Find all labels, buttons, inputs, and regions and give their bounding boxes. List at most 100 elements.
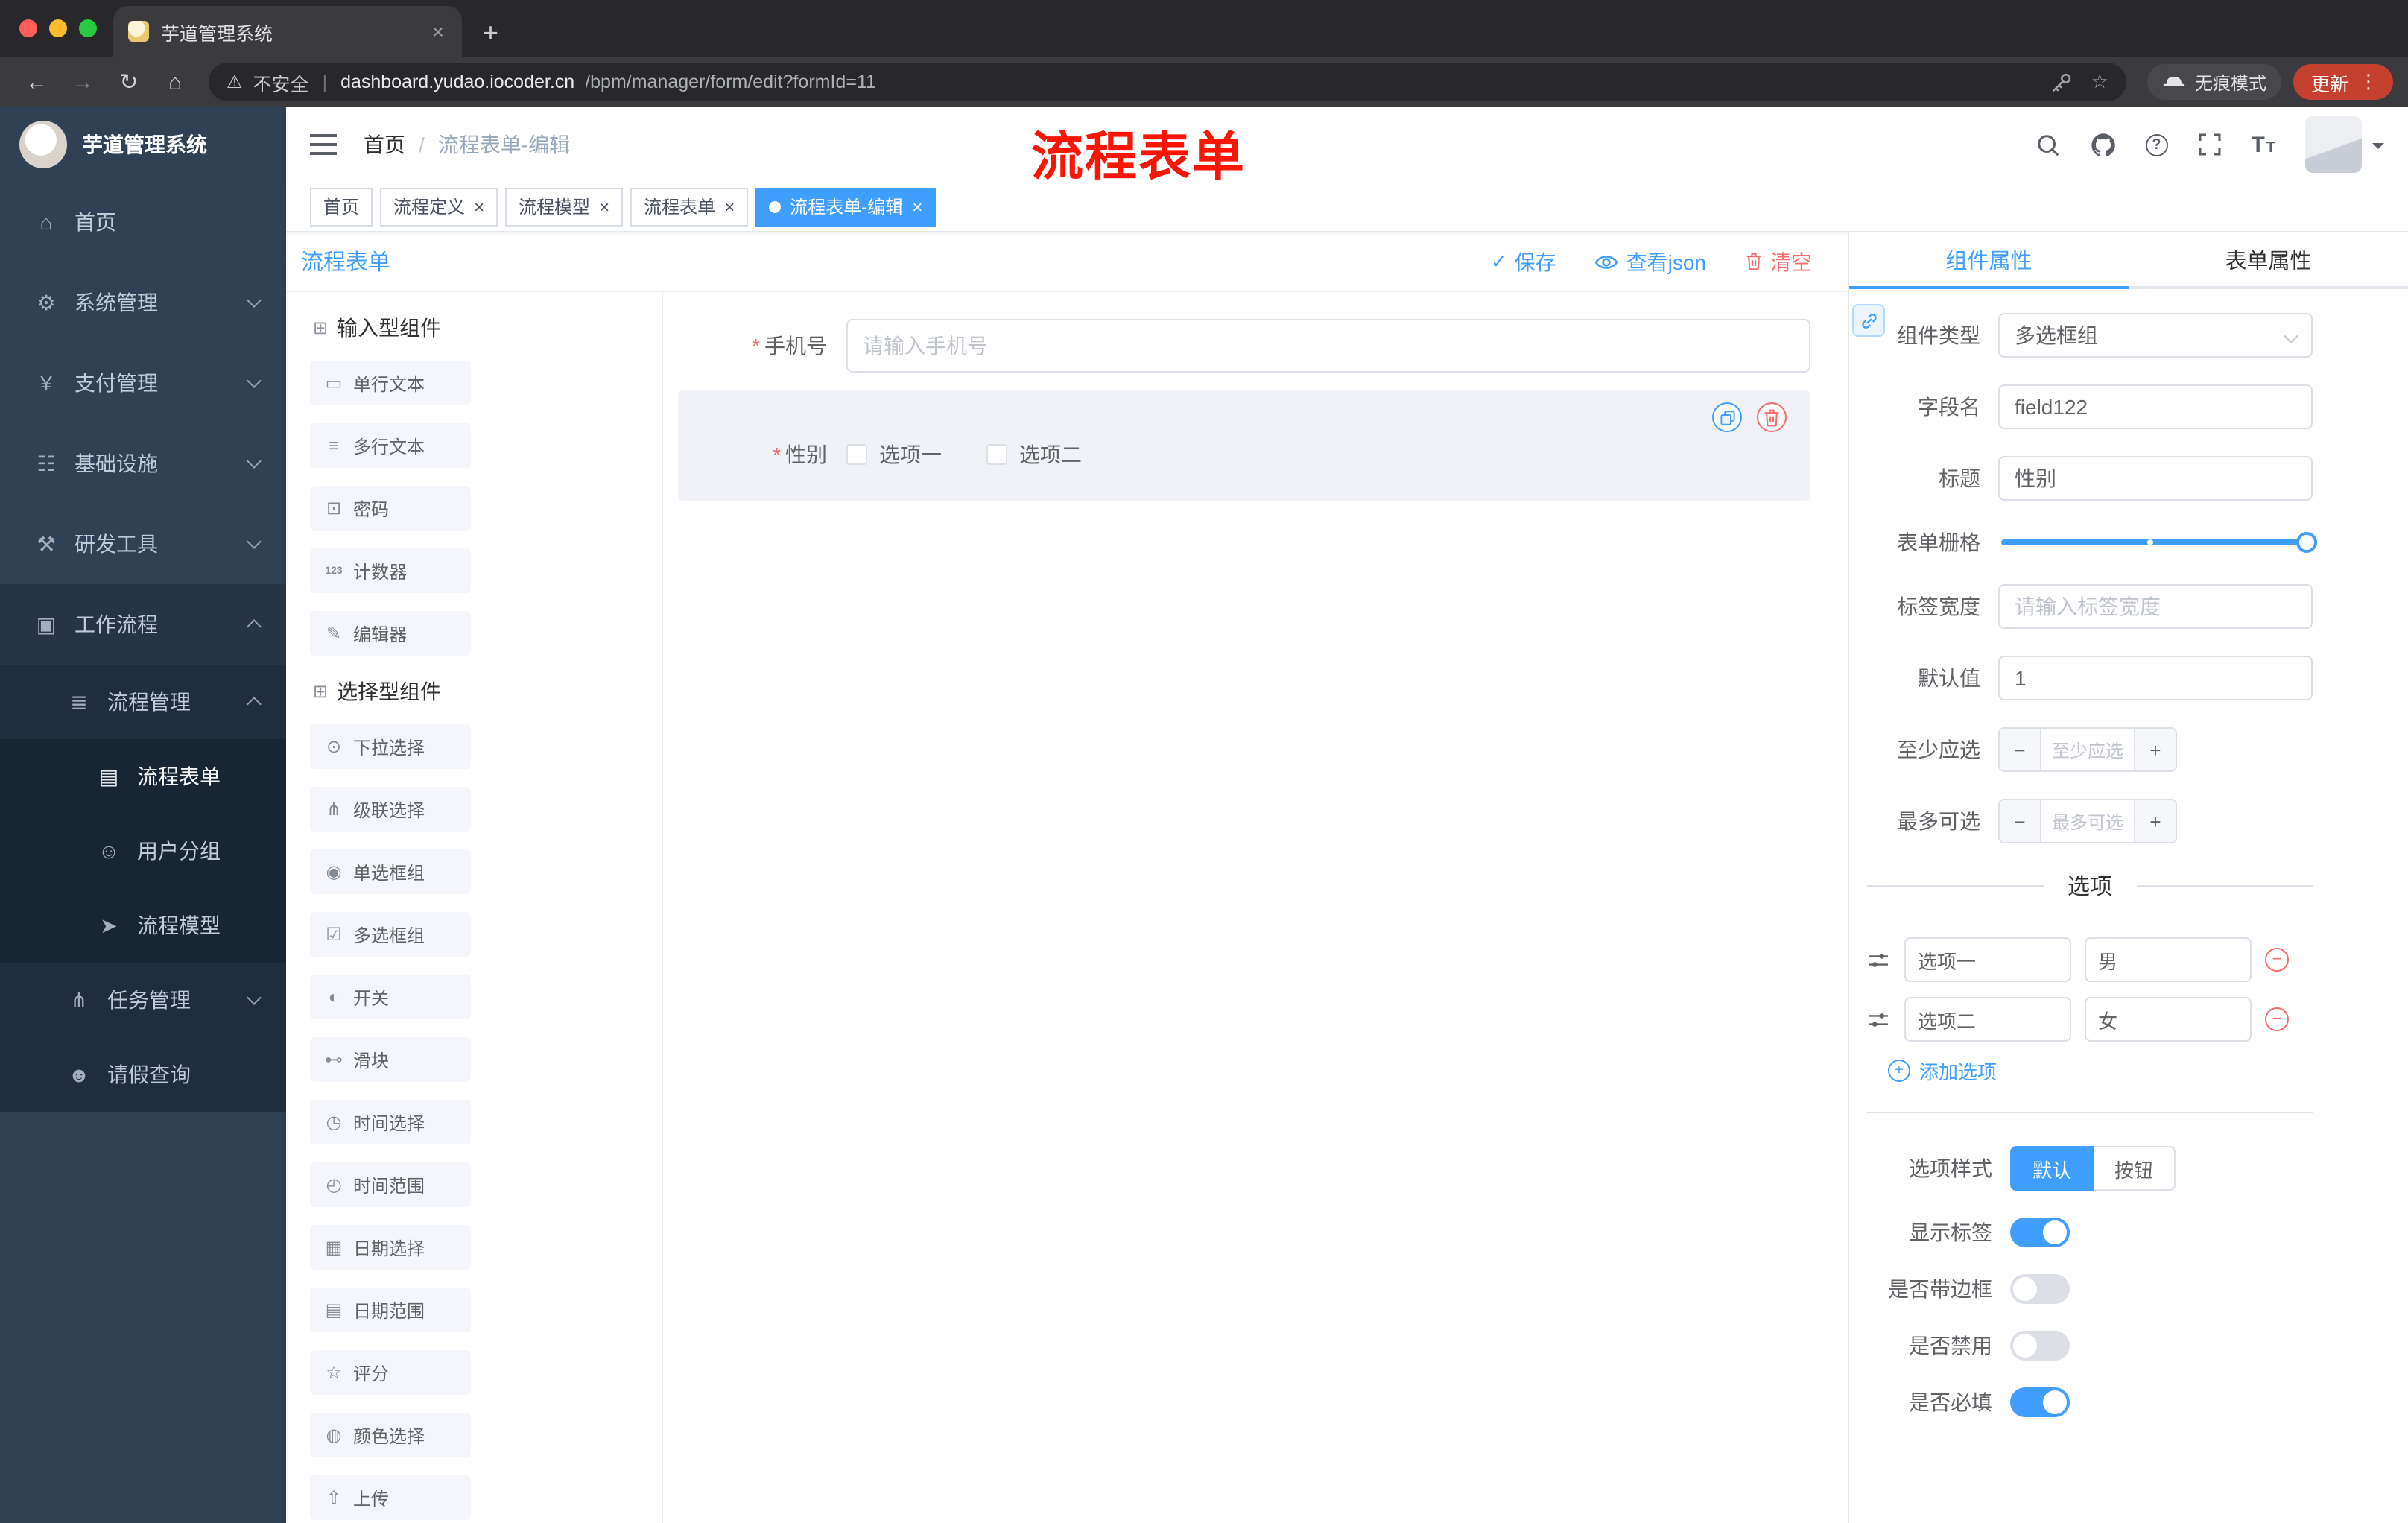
gender-option-2[interactable]: 选项二 [986, 440, 1082, 469]
home-button[interactable]: ⌂ [153, 69, 197, 95]
doc-link-button[interactable] [1852, 304, 1885, 337]
tab-close-icon[interactable]: × [429, 19, 447, 43]
sidebar-item-dev-tools[interactable]: ⚒ 研发工具 [0, 504, 286, 584]
palette-item-checkbox-group[interactable]: ☑ 多选框组 [310, 912, 471, 957]
sidebar-item-workflow[interactable]: ▣ 工作流程 [0, 584, 286, 665]
palette-item-radio-group[interactable]: ◉ 单选框组 [310, 849, 471, 894]
sidebar-item-process-model[interactable]: ➤ 流程模型 [0, 888, 286, 963]
remove-option-icon[interactable]: − [2265, 1007, 2289, 1031]
close-icon[interactable]: × [474, 196, 484, 217]
palette-item-counter[interactable]: 123 计数器 [310, 548, 471, 593]
sidebar-item-system-management[interactable]: ⚙ 系统管理 [0, 262, 286, 343]
option-label-input[interactable] [1904, 937, 2071, 982]
sidebar-item-home[interactable]: ⌂ 首页 [0, 182, 286, 262]
drag-handle-icon[interactable] [1867, 1010, 1891, 1029]
form-canvas[interactable]: *手机号 *性别 选项一选项二 [663, 292, 1848, 1523]
palette-item-password[interactable]: ⊡ 密码 [310, 486, 471, 531]
sidebar-item-leave-query[interactable]: ☻ 请假查询 [0, 1037, 286, 1112]
fullscreen-icon[interactable] [2197, 133, 2221, 156]
copy-component-button[interactable] [1712, 402, 1742, 432]
menu-dots-icon[interactable]: ⋮ [2359, 70, 2378, 94]
canvas-field-phone[interactable]: * 手机号 [678, 319, 1810, 373]
field-name-input[interactable] [1998, 384, 2313, 429]
palette-item-cascader[interactable]: ⋔ 级联选择 [310, 787, 471, 832]
sidebar-item-payment-management[interactable]: ¥ 支付管理 [0, 343, 286, 423]
tag-process-form[interactable]: 流程表单 × [630, 187, 749, 226]
sidebar-item-task-management[interactable]: ⋔ 任务管理 [0, 963, 286, 1037]
sidebar-item-process-form[interactable]: ▤ 流程表单 [0, 739, 286, 814]
new-tab-button[interactable]: + [483, 19, 498, 46]
close-icon[interactable]: × [599, 196, 609, 217]
increase-button[interactable]: + [2134, 800, 2176, 842]
show-label-switch[interactable] [2010, 1218, 2070, 1247]
option-label-input[interactable] [1904, 997, 2071, 1042]
zoom-window-button[interactable] [79, 19, 97, 37]
sidebar-toggle-icon[interactable] [310, 134, 337, 155]
palette-item-color-picker[interactable]: ◍ 颜色选择 [310, 1413, 471, 1457]
close-icon[interactable]: × [724, 196, 735, 217]
increase-button[interactable]: + [2134, 729, 2176, 770]
font-size-button[interactable]: TT [2251, 132, 2275, 157]
reload-button[interactable]: ↻ [107, 69, 150, 95]
user-avatar[interactable] [2305, 116, 2384, 173]
canvas-field-gender-selected[interactable]: * 性别 选项一 选项二 [678, 390, 1810, 501]
palette-item-date-picker[interactable]: ▦ 日期选择 [310, 1225, 471, 1270]
default-value-input[interactable] [1998, 656, 2313, 700]
form-grid-slider[interactable] [2001, 532, 2317, 553]
tag-home[interactable]: 首页 [310, 187, 373, 226]
decrease-button[interactable]: − [2000, 800, 2041, 842]
add-option-button[interactable]: + 添加选项 [1888, 1057, 2313, 1085]
close-icon[interactable]: × [912, 196, 922, 217]
max-select-stepper[interactable]: − 最多可选 + [1998, 799, 2177, 843]
component-type-select[interactable]: 多选框组 [1998, 313, 2313, 358]
breadcrumb-home[interactable]: 首页 [364, 130, 405, 159]
palette-item-date-range[interactable]: ▤ 日期范围 [310, 1288, 471, 1332]
minimize-window-button[interactable] [49, 19, 67, 37]
remove-option-icon[interactable]: − [2265, 948, 2289, 972]
browser-update-button[interactable]: 更新 ⋮ [2293, 64, 2393, 100]
gender-option-1[interactable]: 选项一 [846, 440, 942, 469]
key-icon[interactable] [2051, 71, 2073, 93]
sidebar-item-user-group[interactable]: ☺ 用户分组 [0, 814, 286, 888]
option-value-input[interactable] [2085, 937, 2252, 982]
required-switch[interactable] [2010, 1387, 2070, 1417]
palette-item-editor[interactable]: ✎ 编辑器 [310, 611, 471, 656]
clear-button[interactable]: 清空 [1745, 247, 1812, 276]
palette-item-single-line-text[interactable]: ▭ 单行文本 [310, 361, 471, 405]
option-style-option-2[interactable]: 按钮 [2094, 1146, 2176, 1191]
address-bar[interactable]: ⚠ 不安全 | dashboard.yudao.iocoder.cn /bpm/… [209, 63, 2126, 101]
drag-handle-icon[interactable] [1867, 950, 1891, 969]
app-logo[interactable]: 芋道管理系统 [0, 107, 286, 182]
palette-item-rate[interactable]: ☆ 评分 [310, 1350, 471, 1395]
option-value-input[interactable] [2085, 997, 2252, 1042]
tag-process-definition[interactable]: 流程定义 × [380, 187, 498, 226]
palette-item-switch[interactable]: ◐ 开关 [310, 975, 471, 1019]
palette-item-slider[interactable]: ⊷ 滑块 [310, 1037, 471, 1082]
tab-form-props[interactable]: 表单属性 [2129, 232, 2408, 289]
save-button[interactable]: ✓ 保存 [1491, 247, 1556, 276]
back-button[interactable]: ← [15, 69, 58, 95]
title-input[interactable] [1998, 456, 2313, 501]
search-icon[interactable] [2035, 132, 2060, 157]
phone-input[interactable] [846, 319, 1810, 373]
view-json-button[interactable]: 查看json [1595, 247, 1706, 276]
github-icon[interactable] [2090, 132, 2115, 157]
bookmark-star-icon[interactable]: ☆ [2091, 70, 2108, 94]
tag-process-form-edit[interactable]: 流程表单-编辑 × [755, 187, 937, 226]
help-button[interactable]: ? [2145, 133, 2168, 156]
tab-component-props[interactable]: 组件属性 [1849, 232, 2129, 289]
label-width-input[interactable] [1998, 584, 2313, 629]
browser-tab[interactable]: 芋道管理系统 × [113, 6, 462, 57]
decrease-button[interactable]: − [2000, 729, 2041, 770]
forward-button[interactable]: → [61, 69, 104, 95]
border-switch[interactable] [2010, 1274, 2070, 1304]
slider-thumb[interactable] [2296, 532, 2317, 553]
palette-item-time-range[interactable]: ◴ 时间范围 [310, 1162, 471, 1207]
palette-item-time-picker[interactable]: ◷ 时间选择 [310, 1100, 471, 1144]
palette-item-upload[interactable]: ⇧ 上传 [310, 1475, 471, 1520]
sidebar-item-infrastructure[interactable]: ☷ 基础设施 [0, 423, 286, 504]
sidebar-item-process-management[interactable]: ≣ 流程管理 [0, 665, 286, 739]
min-select-stepper[interactable]: − 至少应选 + [1998, 727, 2177, 772]
tag-process-model[interactable]: 流程模型 × [505, 187, 624, 226]
delete-component-button[interactable] [1757, 402, 1787, 432]
